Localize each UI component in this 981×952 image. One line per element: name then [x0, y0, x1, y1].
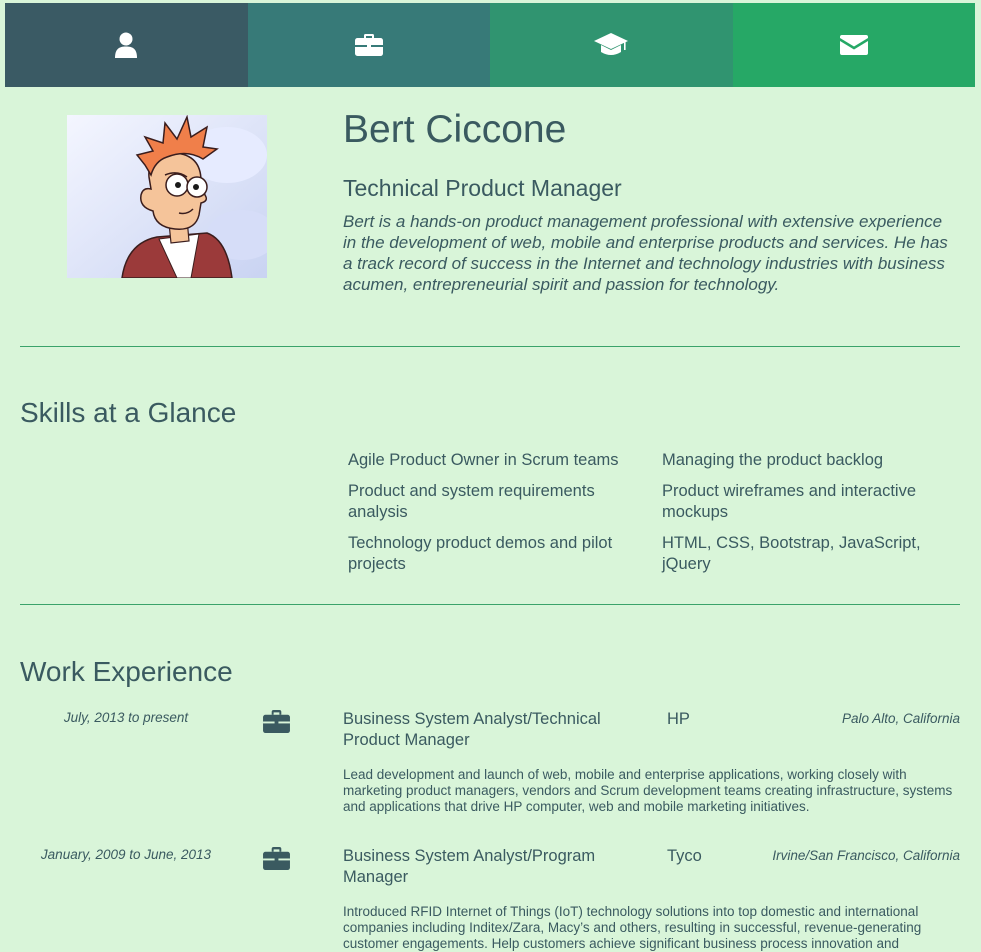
- job-title: Business System Analyst/Program Manager: [343, 847, 596, 886]
- job-description: Introduced RFID Internet of Things (IoT)…: [343, 904, 922, 951]
- user-icon: [114, 32, 138, 58]
- experience-heading: Work Experience: [20, 656, 233, 687]
- briefcase-icon: [262, 846, 291, 876]
- envelope-icon: [839, 34, 869, 56]
- section-divider: [20, 346, 960, 347]
- job-company: HP: [667, 710, 690, 728]
- skill-item: Agile Product Owner in Scrum teams: [348, 451, 619, 469]
- skill-item: Product and system requirements analysis: [348, 482, 595, 521]
- job-location: Palo Alto, California: [841, 711, 960, 726]
- profile-title: Technical Product Manager: [343, 175, 622, 201]
- skill-item: HTML, CSS, Bootstrap, JavaScript, jQuery: [662, 534, 921, 573]
- graduation-cap-icon: [593, 32, 629, 58]
- job-dates: July, 2013 to present: [63, 710, 189, 725]
- profile-name: Bert Ciccone: [343, 108, 567, 151]
- skills-heading: Skills at a Glance: [20, 397, 237, 428]
- job-location: Irvine/San Francisco, California: [772, 848, 960, 863]
- top-nav: [5, 3, 975, 87]
- avatar: [67, 115, 267, 278]
- skill-item: Product wireframes and interactive mocku…: [662, 482, 917, 521]
- section-divider: [20, 604, 960, 605]
- job-title: Business System Analyst/Technical Produc…: [343, 710, 601, 749]
- job-description: Lead development and launch of web, mobi…: [343, 767, 953, 814]
- skill-item: Managing the product backlog: [662, 451, 884, 469]
- profile-summary: Bert is a hands-on product management pr…: [343, 212, 948, 294]
- briefcase-icon: [354, 33, 384, 57]
- job-dates: January, 2009 to June, 2013: [40, 847, 212, 862]
- briefcase-icon: [262, 709, 291, 739]
- tab-education[interactable]: [490, 3, 733, 87]
- tab-experience[interactable]: [247, 3, 490, 87]
- tab-about[interactable]: [5, 3, 248, 87]
- skill-item: Technology product demos and pilot proje…: [348, 534, 613, 573]
- tab-contact[interactable]: [732, 3, 975, 87]
- job-company: Tyco: [667, 847, 702, 865]
